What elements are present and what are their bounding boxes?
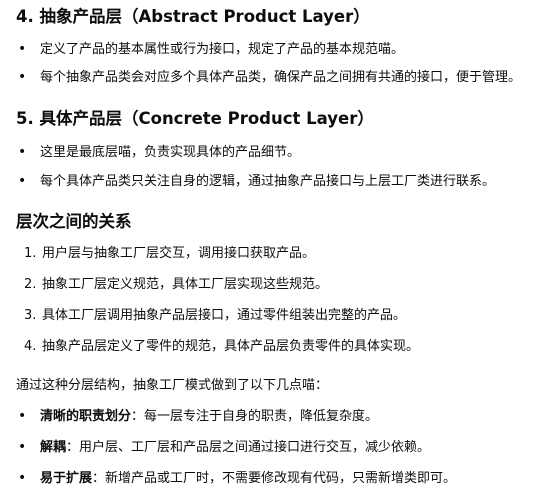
bullet-icon: •: [18, 144, 27, 160]
list-item: • 解耦：用户层、工厂层和产品层之间通过接口进行交互，减少依赖。: [18, 439, 431, 455]
list-item: • 每个具体产品类只关注自身的逻辑，通过抽象产品接口与上层工厂类进行联系。: [18, 173, 496, 189]
ordered-list-item: 4. 抽象产品层定义了零件的规范，具体产品层负责零件的具体实现。: [24, 339, 420, 354]
ordered-list-item: 3. 具体工厂层调用抽象产品层接口，通过零件组装出完整的产品。: [24, 308, 407, 323]
bullet-icon: •: [18, 470, 27, 486]
bullet-icon: •: [18, 173, 27, 189]
ordered-list-item: 1. 用户层与抽象工厂层交互，调用接口获取产品。: [24, 246, 316, 261]
list-item: • 定义了产品的基本属性或行为接口，规定了产品的基本规范喵。: [18, 41, 405, 57]
list-item: • 清晰的职责划分：每一层专注于自身的职责，降低复杂度。: [18, 408, 379, 424]
document-page: 4. 抽象产品层（Abstract Product Layer） • 定义了产品的…: [0, 0, 554, 496]
section-heading-relations: 层次之间的关系: [16, 212, 132, 231]
ordered-list-item: 2. 抽象工厂层定义规范，具体工厂层实现这些规范。: [24, 277, 329, 292]
bullet-icon: •: [18, 439, 27, 455]
bullet-icon: •: [18, 408, 27, 424]
summary-intro: 通过这种分层结构，抽象工厂模式做到了以下几点喵：: [16, 378, 329, 393]
list-item: • 每个抽象产品类会对应多个具体产品类，确保产品之间拥有共通的接口，便于管理。: [18, 69, 522, 85]
bullet-icon: •: [18, 41, 27, 57]
bullet-icon: •: [18, 69, 27, 85]
list-item: • 易于扩展：新增产品或工厂时，不需要修改现有代码，只需新增类即可。: [18, 470, 457, 486]
list-item: • 这里是最底层喵，负责实现具体的产品细节。: [18, 144, 301, 160]
section-heading-abstract-product: 4. 抽象产品层（Abstract Product Layer）: [16, 7, 370, 26]
section-heading-concrete-product: 5. 具体产品层（Concrete Product Layer）: [16, 109, 374, 128]
